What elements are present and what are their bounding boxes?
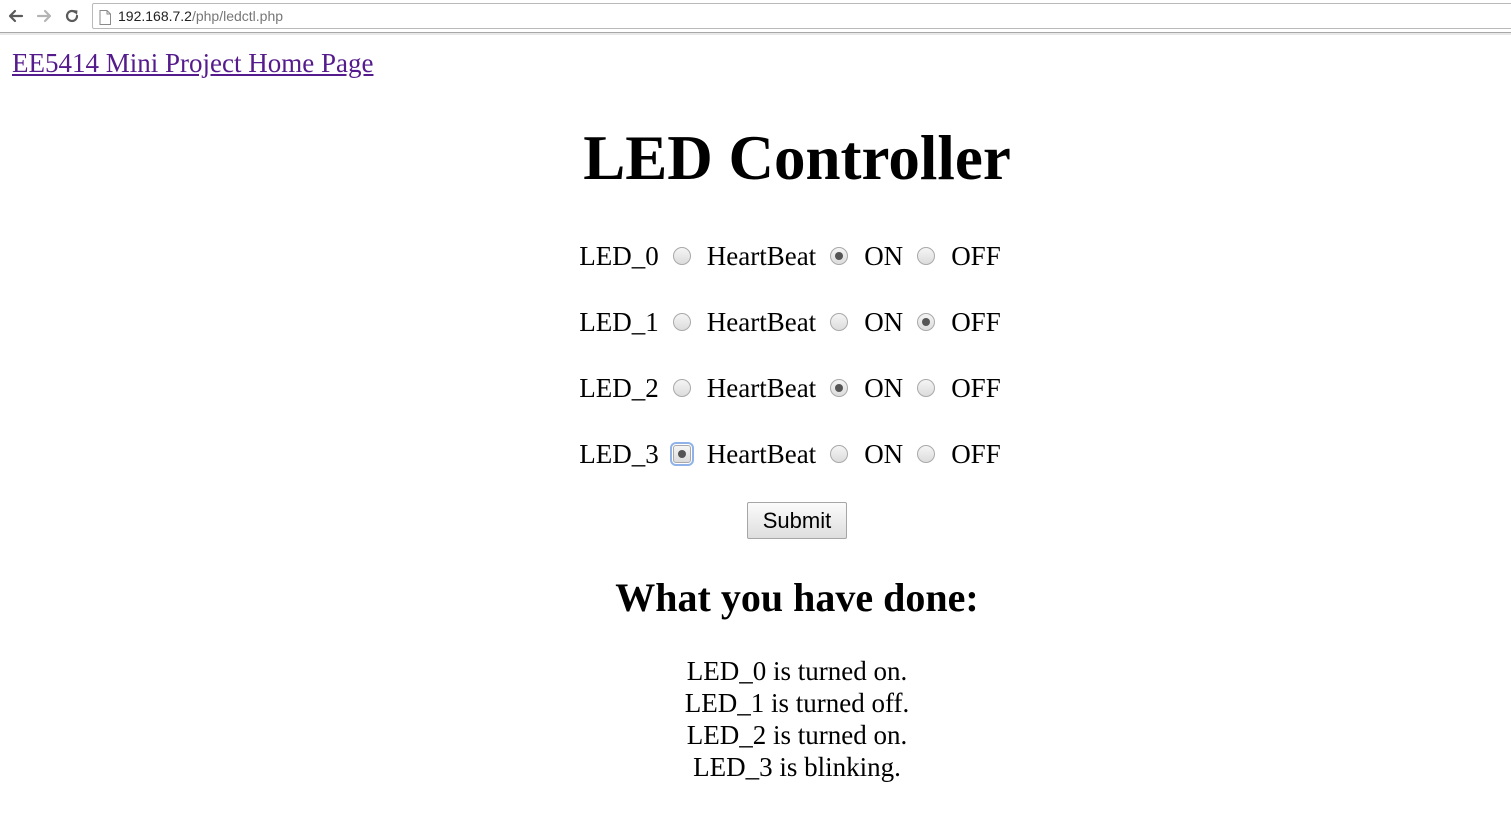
option-label-heartbeat: HeartBeat bbox=[706, 373, 817, 403]
option-label-off: OFF bbox=[951, 307, 1001, 337]
led-form: LED_0 HeartBeat ON OFF LED_1 HeartBeat ON OFF LE… bbox=[0, 228, 1511, 492]
page-icon bbox=[99, 8, 111, 32]
toolbar-divider bbox=[0, 33, 1511, 35]
submit-wrap: Submit bbox=[0, 502, 1511, 539]
option-label-heartbeat: HeartBeat bbox=[706, 241, 817, 271]
option-label-heartbeat: HeartBeat bbox=[706, 439, 817, 469]
home-page-link[interactable]: EE5414 Mini Project Home Page bbox=[12, 48, 373, 79]
option-label-off: OFF bbox=[951, 241, 1001, 271]
forward-arrow-icon[interactable] bbox=[34, 6, 54, 26]
led-name: LED_1 bbox=[579, 307, 659, 337]
result-line: LED_0 is turned on. bbox=[686, 656, 908, 686]
radio-on-led0[interactable] bbox=[830, 247, 849, 265]
result-line: LED_2 is turned on. bbox=[686, 720, 908, 750]
browser-toolbar: 192.168.7.2/php/ledctl.php bbox=[0, 0, 1511, 33]
option-label-off: OFF bbox=[951, 373, 1001, 403]
radio-off-led0[interactable] bbox=[917, 247, 936, 265]
address-bar[interactable]: 192.168.7.2/php/ledctl.php bbox=[92, 3, 1511, 29]
option-label-on: ON bbox=[864, 373, 904, 403]
result-title: What you have done: bbox=[615, 575, 979, 620]
option-label-heartbeat: HeartBeat bbox=[706, 307, 817, 337]
radio-heartbeat-led2[interactable] bbox=[672, 379, 691, 397]
radio-off-led3[interactable] bbox=[917, 445, 936, 463]
result-line: LED_1 is turned off. bbox=[684, 688, 910, 718]
radio-heartbeat-led3[interactable] bbox=[669, 442, 694, 466]
option-label-off: OFF bbox=[951, 439, 1001, 469]
reload-icon[interactable] bbox=[62, 6, 82, 26]
option-label-on: ON bbox=[864, 439, 904, 469]
page-title: LED Controller bbox=[583, 123, 1011, 193]
led-name: LED_2 bbox=[579, 373, 659, 403]
submit-button[interactable]: Submit bbox=[747, 502, 847, 539]
option-label-on: ON bbox=[864, 307, 904, 337]
led-row-0: LED_0 HeartBeat ON OFF bbox=[0, 228, 1511, 294]
url-path: /php/ledctl.php bbox=[191, 8, 284, 24]
led-row-3: LED_3 HeartBeat ON OFF bbox=[0, 426, 1511, 492]
url-host: 192.168.7.2 bbox=[118, 8, 192, 24]
led-row-1: LED_1 HeartBeat ON OFF bbox=[0, 294, 1511, 360]
back-arrow-icon[interactable] bbox=[6, 6, 26, 26]
radio-off-led2[interactable] bbox=[917, 379, 936, 397]
result-list: LED_0 is turned on. LED_1 is turned off.… bbox=[0, 655, 1511, 783]
result-line: LED_3 is blinking. bbox=[693, 752, 901, 782]
radio-on-led2[interactable] bbox=[830, 379, 849, 397]
option-label-on: ON bbox=[864, 241, 904, 271]
radio-heartbeat-led1[interactable] bbox=[672, 313, 691, 331]
led-name: LED_3 bbox=[579, 439, 659, 469]
radio-heartbeat-led0[interactable] bbox=[672, 247, 691, 265]
radio-on-led3[interactable] bbox=[830, 445, 849, 463]
radio-on-led1[interactable] bbox=[830, 313, 849, 331]
radio-off-led1[interactable] bbox=[917, 313, 936, 331]
url-text: 192.168.7.2/php/ledctl.php bbox=[118, 4, 283, 28]
led-name: LED_0 bbox=[579, 241, 659, 271]
led-row-2: LED_2 HeartBeat ON OFF bbox=[0, 360, 1511, 426]
